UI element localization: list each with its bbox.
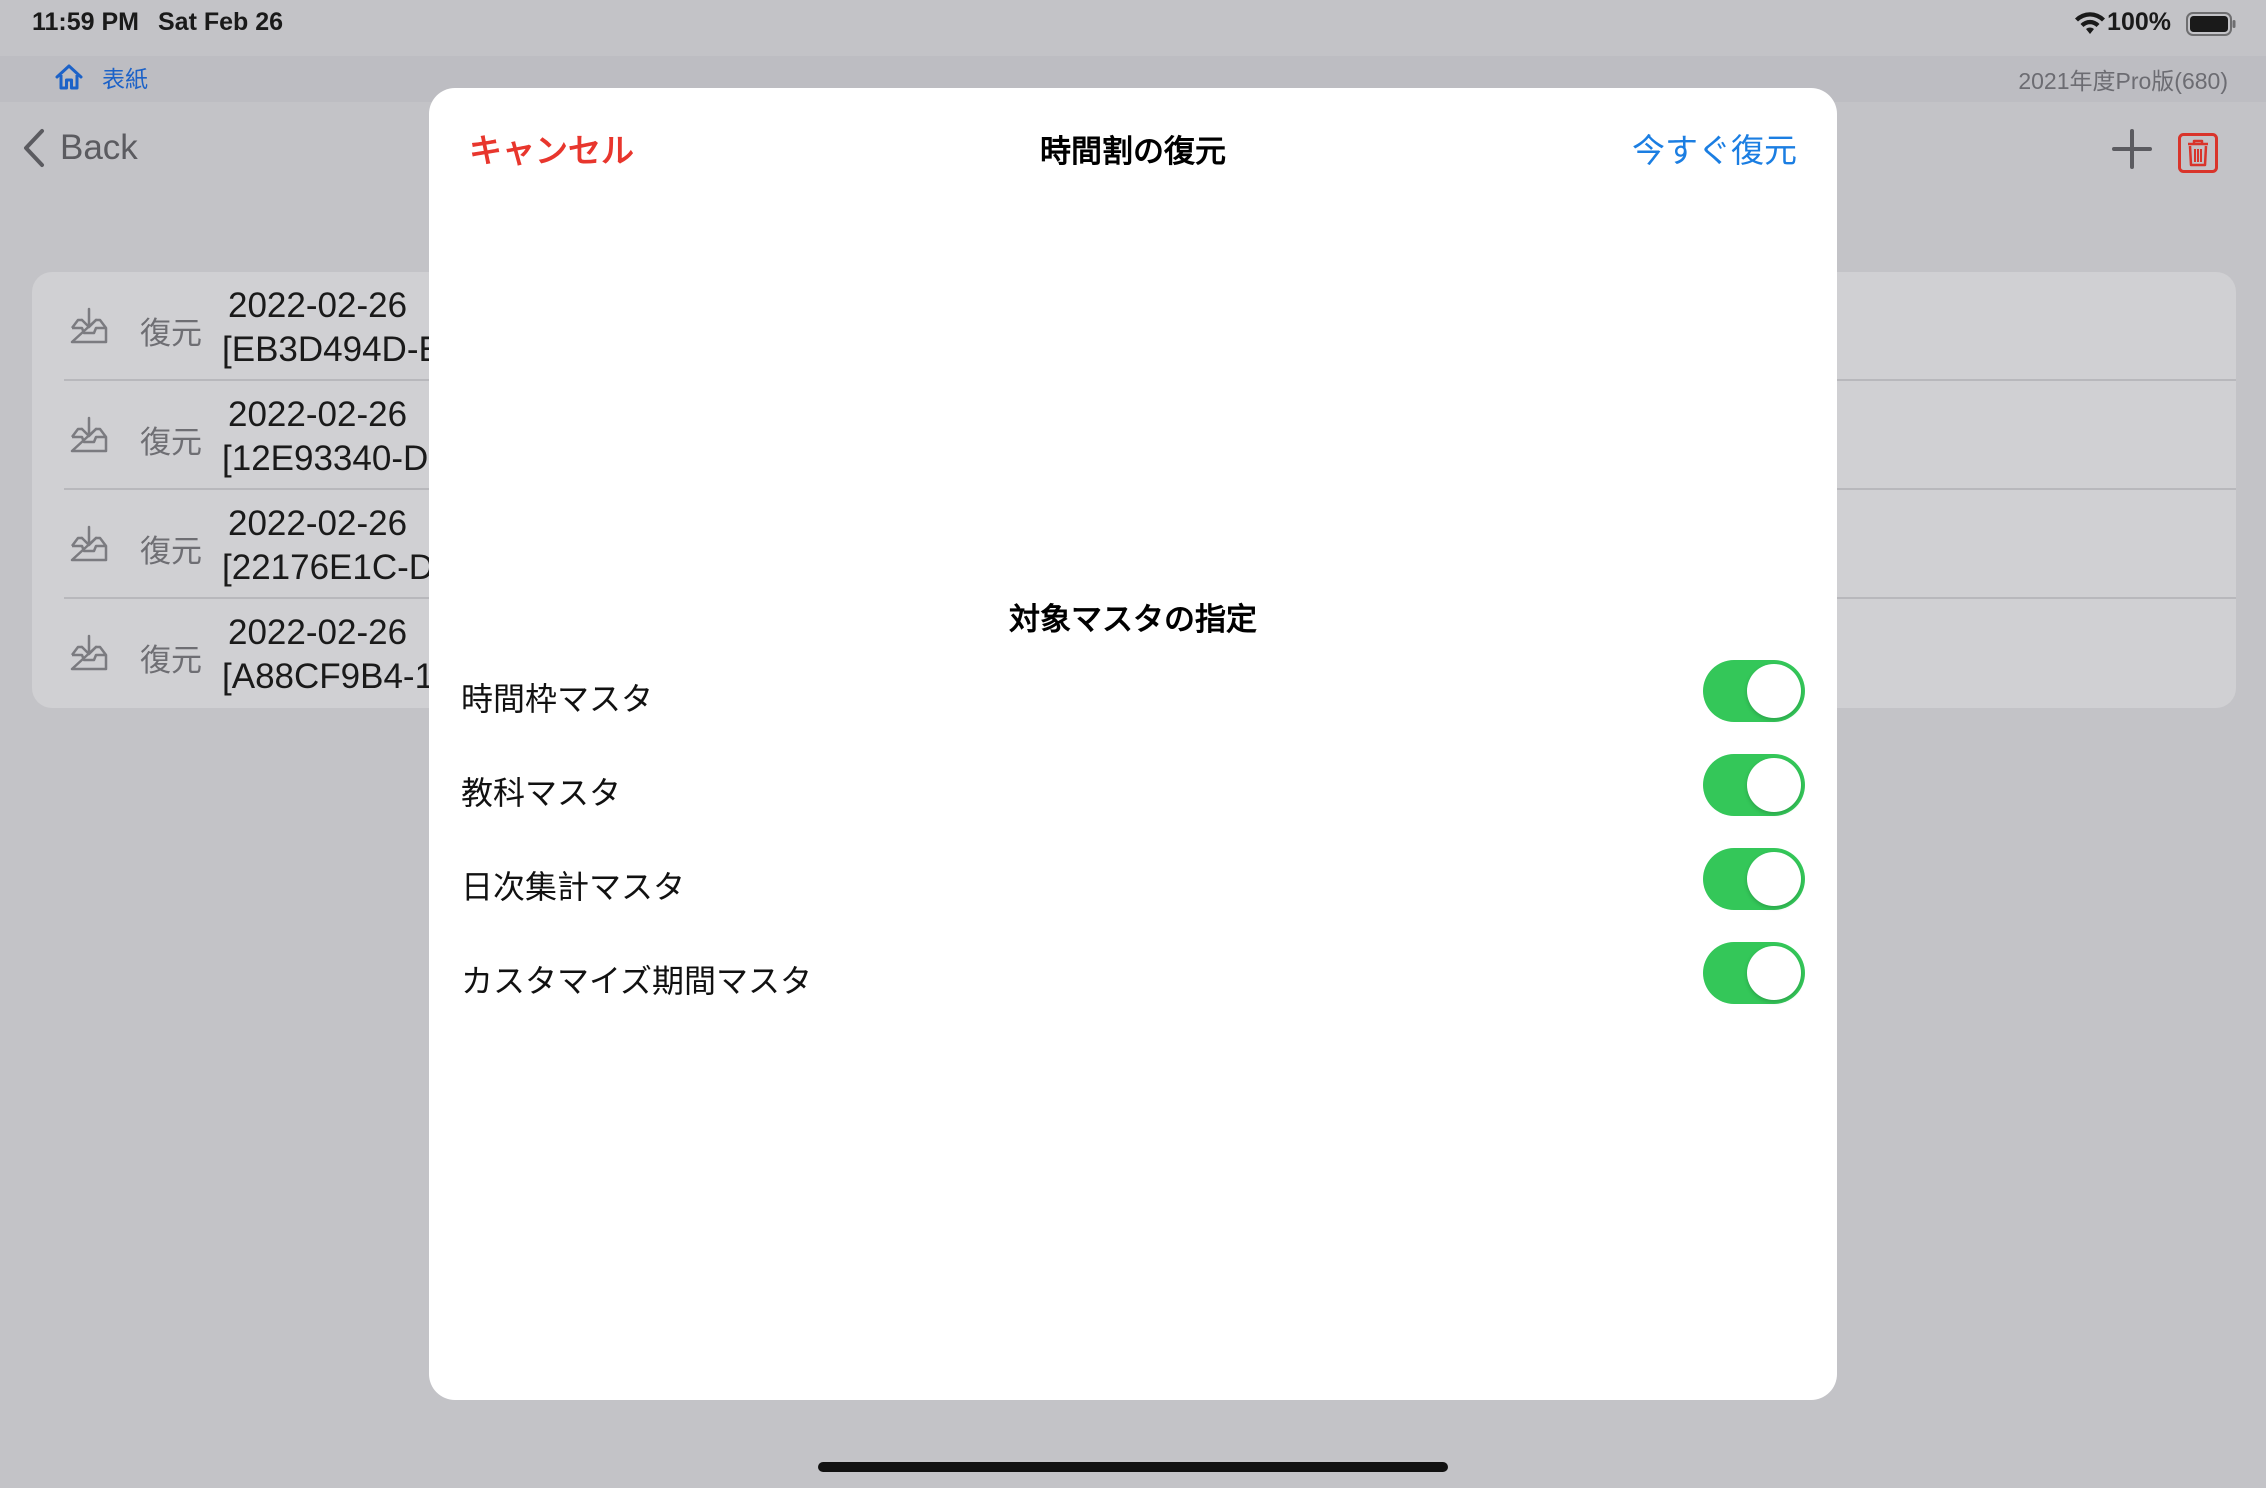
backup-date: 2022-02-26 xyxy=(228,504,408,543)
backup-id: [EB3D494D-E xyxy=(222,330,442,369)
version-label: 2021年度Pro版(680) xyxy=(2018,68,2228,94)
restore-now-button[interactable]: 今すぐ復元 xyxy=(1632,124,1797,172)
back-button[interactable]: Back xyxy=(22,128,138,168)
modal-title: 時間割の復元 xyxy=(1040,134,1226,169)
home-indicator[interactable] xyxy=(818,1462,1448,1472)
toggle-knob xyxy=(1747,664,1801,718)
battery-percent: 100% xyxy=(2107,8,2171,36)
add-icon[interactable] xyxy=(2108,125,2156,173)
option-label: 時間枠マスタ xyxy=(461,681,654,717)
backup-id: [22176E1C-D1 xyxy=(222,548,454,587)
option-label: 教科マスタ xyxy=(461,775,622,811)
home-icon xyxy=(55,64,83,90)
backup-date: 2022-02-26 xyxy=(228,395,408,434)
option-toggle[interactable] xyxy=(1703,848,1805,910)
status-time: 11:59 PM xyxy=(32,8,140,36)
toggle-knob xyxy=(1747,946,1801,1000)
toggle-knob xyxy=(1747,758,1801,812)
restore-label: 復元 xyxy=(140,643,202,678)
toggle-knob xyxy=(1747,852,1801,906)
home-label: 表紙 xyxy=(102,66,148,92)
download-tray-icon xyxy=(70,525,108,562)
backup-id: [A88CF9B4-1 xyxy=(222,657,435,696)
restore-label: 復元 xyxy=(140,316,202,351)
restore-label: 復元 xyxy=(140,425,202,460)
option-row: カスタマイズ期間マスタ xyxy=(461,934,1805,1014)
chevron-left-icon xyxy=(24,129,44,167)
download-tray-icon xyxy=(70,634,108,671)
wifi-icon xyxy=(2075,12,2105,34)
backup-date: 2022-02-26 xyxy=(228,286,408,325)
option-toggle[interactable] xyxy=(1703,754,1805,816)
download-tray-icon xyxy=(70,416,108,453)
home-link[interactable]: 表紙 xyxy=(54,60,148,94)
option-row: 時間枠マスタ xyxy=(461,652,1805,732)
option-row: 日次集計マスタ xyxy=(461,840,1805,920)
option-row: 教科マスタ xyxy=(461,746,1805,826)
restore-modal: 時間割の復元 キャンセル 今すぐ復元 対象マスタの指定 時間枠マスタ 教科マスタ… xyxy=(429,88,1837,1400)
section-title: 対象マスタの指定 xyxy=(1009,602,1257,637)
option-label: カスタマイズ期間マスタ xyxy=(461,963,813,999)
cancel-button[interactable]: キャンセル xyxy=(469,124,634,172)
battery-icon xyxy=(2186,12,2236,36)
option-toggle[interactable] xyxy=(1703,942,1805,1004)
backup-id: [12E93340-D xyxy=(222,439,429,478)
backup-date: 2022-02-26 xyxy=(228,613,408,652)
status-date: Sat Feb 26 xyxy=(158,8,284,36)
trash-icon[interactable] xyxy=(2178,133,2218,173)
download-tray-icon xyxy=(70,307,108,344)
restore-label: 復元 xyxy=(140,534,202,569)
back-label: Back xyxy=(60,128,138,167)
option-toggle[interactable] xyxy=(1703,660,1805,722)
option-label: 日次集計マスタ xyxy=(461,869,686,905)
